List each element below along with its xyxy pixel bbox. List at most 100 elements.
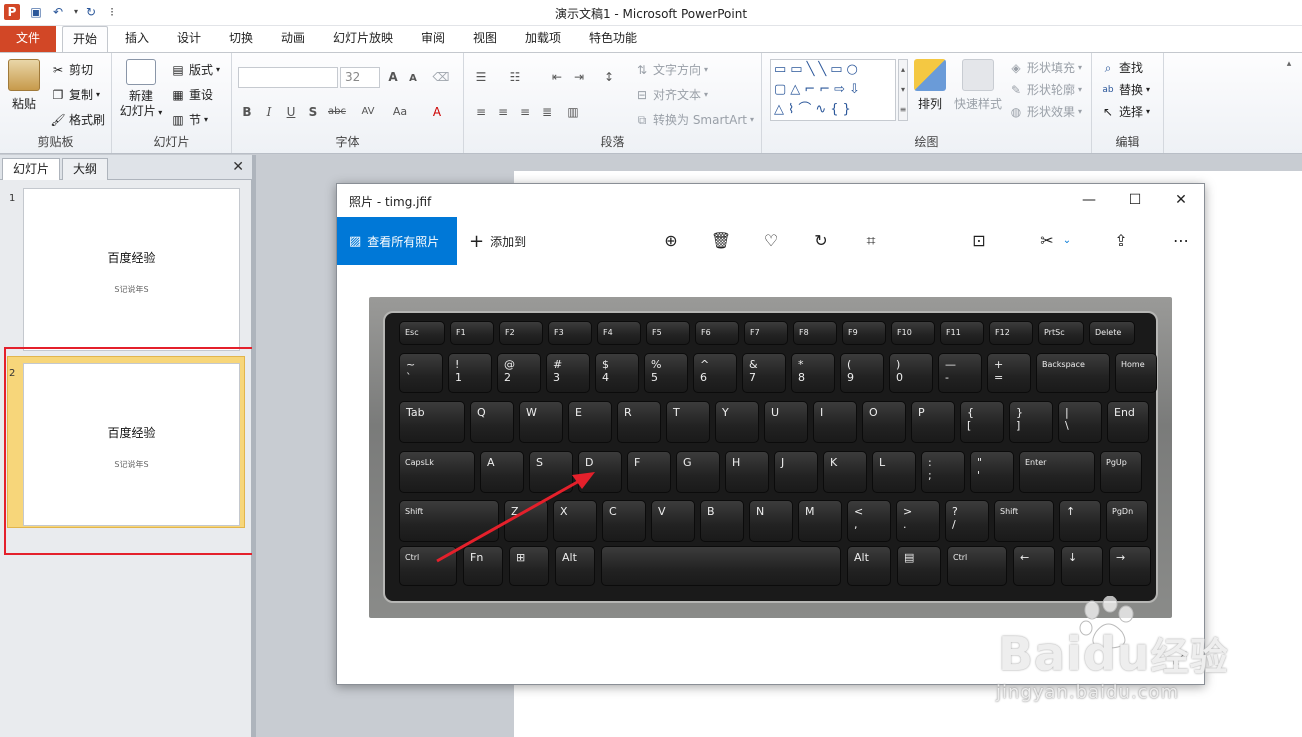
shapes-gallery[interactable]: ▭▭╲╲▭○ ▢△⌐⌐⇨⇩ △⌇⌒∿{}	[770, 59, 896, 121]
close-icon[interactable]: ✕	[232, 159, 244, 175]
italic-icon[interactable]: I	[260, 103, 278, 121]
keyboard-key-label: Backspace	[1042, 360, 1085, 369]
text-direction-button[interactable]: ⇅ 文字方向 ▾	[634, 61, 708, 78]
keyboard-key: Ctrl	[399, 546, 457, 586]
keyboard-key: Ctrl	[947, 546, 1007, 586]
ribbon: 粘贴 ✂ 剪切 ❐ 复制 ▾ 🖌 格式刷 剪贴板 新建 幻灯片 ▾ ▤ 版式 ▾ ▦ 重设 ▥…	[0, 52, 1302, 154]
reset-button[interactable]: ▦ 重设	[170, 86, 213, 103]
underline-icon[interactable]: U	[282, 103, 300, 121]
tab-design[interactable]: 设计	[168, 26, 210, 52]
line-spacing-icon[interactable]: ↕	[600, 68, 618, 86]
layout-icon: ▤	[172, 62, 184, 77]
delete-icon[interactable]: 🗑	[709, 229, 733, 253]
align-right-icon[interactable]: ≡	[516, 103, 534, 121]
keyboard-key: ▤	[897, 546, 941, 586]
shape-fill-button[interactable]: ◈ 形状填充 ▾	[1008, 59, 1082, 76]
tab-file[interactable]: 文件	[0, 26, 56, 52]
share-icon[interactable]: ⇪	[1109, 229, 1133, 253]
keyboard-key-label: ? /	[952, 505, 958, 531]
keyboard-key: & 7	[742, 353, 786, 393]
keyboard-key-label: P	[918, 406, 925, 419]
copy-button[interactable]: ❐ 复制 ▾	[50, 86, 100, 103]
shrink-font-icon[interactable]: A	[404, 70, 422, 88]
keyboard-key: Backspace	[1036, 353, 1110, 393]
keyboard-key-label: % 5	[651, 358, 662, 384]
tab-addins[interactable]: 加载项	[516, 26, 570, 52]
select-button[interactable]: ↖ 选择 ▾	[1100, 103, 1150, 120]
photos-toolbar: ▨ 查看所有照片 + 添加到 ⊕ 🗑 ♡ ↻ ⌗ ⊡ ✂ ⌄ ⇪ ⋯	[337, 217, 1204, 265]
clear-format-icon[interactable]: ⌫	[432, 68, 450, 86]
keyboard-key-label: PgUp	[1106, 458, 1127, 467]
keyboard-key-label: | \	[1065, 406, 1069, 432]
increase-indent-icon[interactable]: ⇥	[570, 68, 588, 86]
tab-slideshow[interactable]: 幻灯片放映	[324, 26, 402, 52]
keyboard-photo: Esc F1 F2 F3 F4 F5 F6 F7 F8 F9 F10 F11 F12 PrtSc Delet…	[369, 297, 1172, 618]
align-center-icon[interactable]: ≡	[494, 103, 512, 121]
rotate-icon[interactable]: ↻	[809, 229, 833, 253]
chevron-down-icon[interactable]: ⌄	[1055, 229, 1079, 253]
smartart-button[interactable]: ⧉ 转换为 SmartArt ▾	[634, 111, 754, 128]
section-button[interactable]: ▥ 节 ▾	[170, 111, 208, 128]
keyboard-key-label: ↑	[1066, 505, 1076, 518]
bold-icon[interactable]: B	[238, 103, 256, 121]
group-label: 幻灯片	[153, 135, 190, 149]
keyboard-key-label: F5	[652, 328, 662, 337]
maximize-icon[interactable]: ☐	[1112, 184, 1158, 217]
heart-icon[interactable]: ♡	[759, 229, 783, 253]
crop-icon[interactable]: ⌗	[859, 229, 883, 253]
font-name-combo[interactable]	[238, 67, 338, 88]
keyboard-key-label: V	[658, 505, 666, 518]
tab-slides-thumbnails[interactable]: 幻灯片	[2, 158, 61, 180]
keyboard-key-label: →	[1116, 551, 1126, 564]
shadow-icon[interactable]: S	[304, 103, 322, 121]
keyboard-key: ^ 6	[693, 353, 737, 393]
tab-special-features[interactable]: 特色功能	[580, 26, 646, 52]
tab-home[interactable]: 开始	[62, 26, 108, 52]
new-slide-button[interactable]: 新建 幻灯片 ▾	[118, 59, 164, 120]
keyboard-key: {[	[960, 401, 1004, 443]
cut-button[interactable]: ✂ 剪切	[50, 61, 93, 78]
grow-font-icon[interactable]: A	[384, 68, 402, 86]
close-window-icon[interactable]: ✕	[1158, 184, 1204, 217]
decrease-indent-icon[interactable]: ⇤	[548, 68, 566, 86]
gallery-scroll-icon[interactable]: ▴ ▾ ≡	[898, 59, 908, 121]
shape-effects-button[interactable]: ◍ 形状效果 ▾	[1008, 103, 1082, 120]
font-size-combo[interactable]: 32	[340, 67, 380, 88]
font-color-icon[interactable]: A	[428, 103, 446, 121]
format-painter-button[interactable]: 🖌 格式刷	[50, 111, 105, 128]
bullets-icon[interactable]: ☰	[472, 68, 490, 86]
minimize-icon[interactable]: —	[1066, 184, 1112, 217]
replace-button[interactable]: ab 替换 ▾	[1100, 81, 1150, 98]
tab-animations[interactable]: 动画	[272, 26, 314, 52]
expand-icon[interactable]: ⤢	[1168, 647, 1192, 671]
tab-transitions[interactable]: 切换	[220, 26, 262, 52]
align-left-icon[interactable]: ≡	[472, 103, 490, 121]
strikethrough-icon[interactable]: abc	[328, 103, 346, 121]
quick-styles-button[interactable]: 快速样式	[952, 59, 1004, 112]
zoom-in-icon[interactable]: ⊕	[659, 229, 683, 253]
char-spacing-icon[interactable]: AV	[356, 103, 380, 121]
layout-button[interactable]: ▤ 版式 ▾	[170, 61, 220, 78]
view-all-photos-button[interactable]: ▨ 查看所有照片	[337, 217, 457, 265]
columns-icon[interactable]: ▥	[564, 103, 582, 121]
keyboard-key: F3	[548, 321, 592, 345]
find-button[interactable]: ⌕ 查找	[1100, 59, 1143, 76]
justify-icon[interactable]: ≣	[538, 103, 556, 121]
slide-thumbnail-1[interactable]: 百度经验 S记说年S	[23, 188, 240, 351]
slides-panel-tabs: 幻灯片 大纲 ✕	[0, 155, 252, 180]
paste-button[interactable]: 粘贴	[6, 59, 42, 112]
numbering-icon[interactable]: ☷	[506, 68, 524, 86]
add-to-button[interactable]: + 添加到	[469, 217, 526, 265]
arrange-button[interactable]: 排列	[912, 59, 948, 112]
shape-outline-button[interactable]: ✎ 形状轮廓 ▾	[1008, 81, 1082, 98]
tab-view[interactable]: 视图	[464, 26, 506, 52]
enhance-icon[interactable]: ⊡	[967, 229, 991, 253]
tab-review[interactable]: 审阅	[412, 26, 454, 52]
keyboard-key: P	[911, 401, 955, 443]
more-icon[interactable]: ⋯	[1169, 229, 1193, 253]
tab-outline[interactable]: 大纲	[62, 158, 109, 180]
align-text-button[interactable]: ⊟ 对齐文本 ▾	[634, 86, 708, 103]
tab-insert[interactable]: 插入	[116, 26, 158, 52]
change-case-icon[interactable]: Aa	[388, 103, 412, 121]
collapse-ribbon-icon[interactable]: ▴	[1280, 55, 1298, 73]
